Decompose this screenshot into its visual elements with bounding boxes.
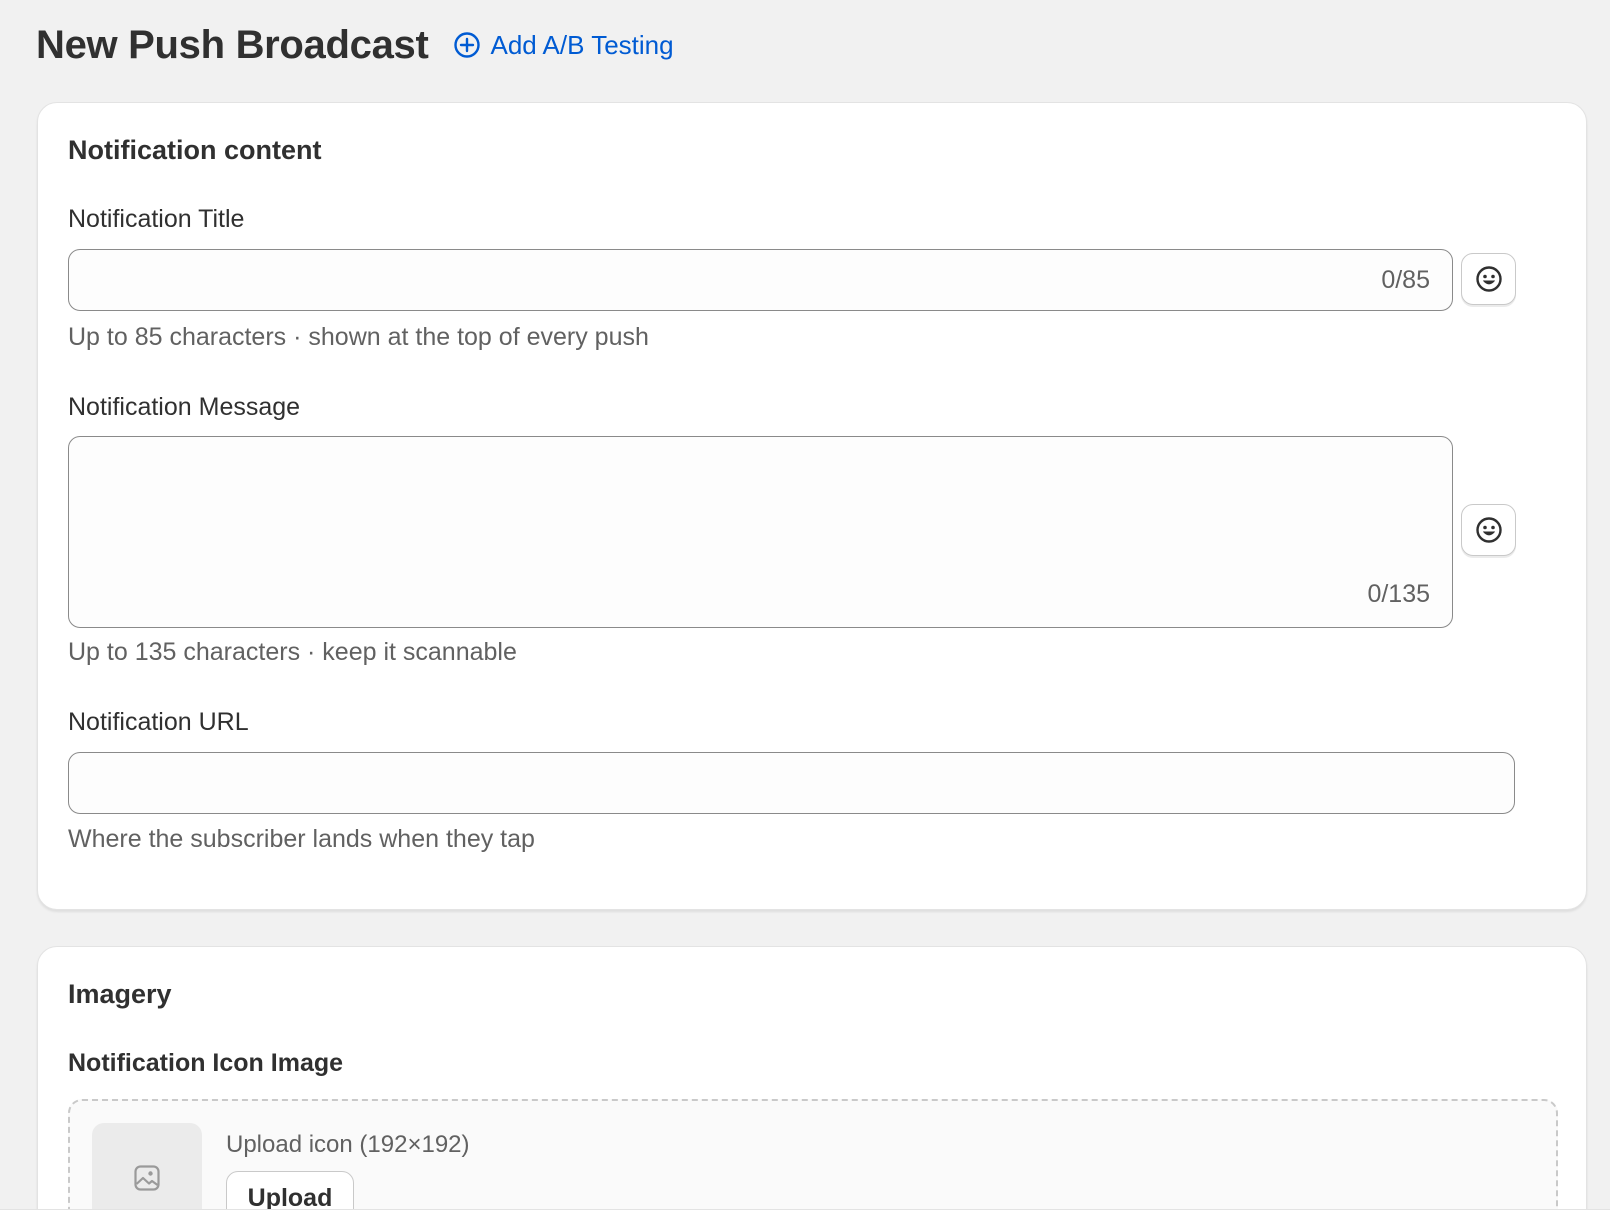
page-header: New Push Broadcast Add A/B Testing — [36, 18, 674, 72]
icon-image-thumbnail — [92, 1123, 202, 1223]
plus-circle-icon — [453, 32, 480, 58]
page: New Push Broadcast Add A/B Testing Notif… — [0, 0, 1610, 1223]
imagery-card: Imagery Notification Icon Image Upload i… — [37, 946, 1587, 1223]
section-title-notification-content: Notification content — [68, 135, 322, 165]
notification-title-input[interactable]: 0/85 — [68, 249, 1453, 311]
image-icon — [134, 1165, 160, 1191]
notification-url-label: Notification URL — [68, 708, 249, 736]
bottom-bar — [0, 1209, 1610, 1223]
icon-image-dropzone[interactable]: Upload icon (192×192) Upload — [68, 1099, 1558, 1223]
upload-icon-text: Upload icon (192×192) — [226, 1131, 470, 1158]
notification-url-help: Where the subscriber lands when they tap — [68, 825, 535, 853]
section-title-imagery: Imagery — [68, 979, 172, 1009]
add-ab-testing-link[interactable]: Add A/B Testing — [453, 30, 674, 61]
title-char-counter: 0/85 — [1381, 266, 1430, 294]
smiley-icon — [1475, 517, 1502, 543]
title-emoji-button[interactable] — [1461, 253, 1516, 305]
page-title: New Push Broadcast — [36, 22, 429, 67]
message-emoji-button[interactable] — [1461, 504, 1516, 556]
message-char-counter: 0/135 — [1367, 580, 1430, 608]
notification-icon-image-label: Notification Icon Image — [68, 1049, 344, 1077]
notification-message-help: Up to 135 characters · keep it scannable — [68, 638, 517, 666]
notification-title-help: Up to 85 characters · shown at the top o… — [68, 323, 649, 351]
notification-message-label: Notification Message — [68, 393, 301, 421]
notification-message-textarea[interactable]: 0/135 — [68, 436, 1453, 628]
notification-content-card: Notification content Notification Title … — [37, 102, 1587, 910]
notification-url-input[interactable] — [68, 752, 1515, 814]
add-ab-testing-label: Add A/B Testing — [490, 29, 674, 60]
notification-title-label: Notification Title — [68, 205, 245, 233]
smiley-icon — [1475, 266, 1502, 292]
